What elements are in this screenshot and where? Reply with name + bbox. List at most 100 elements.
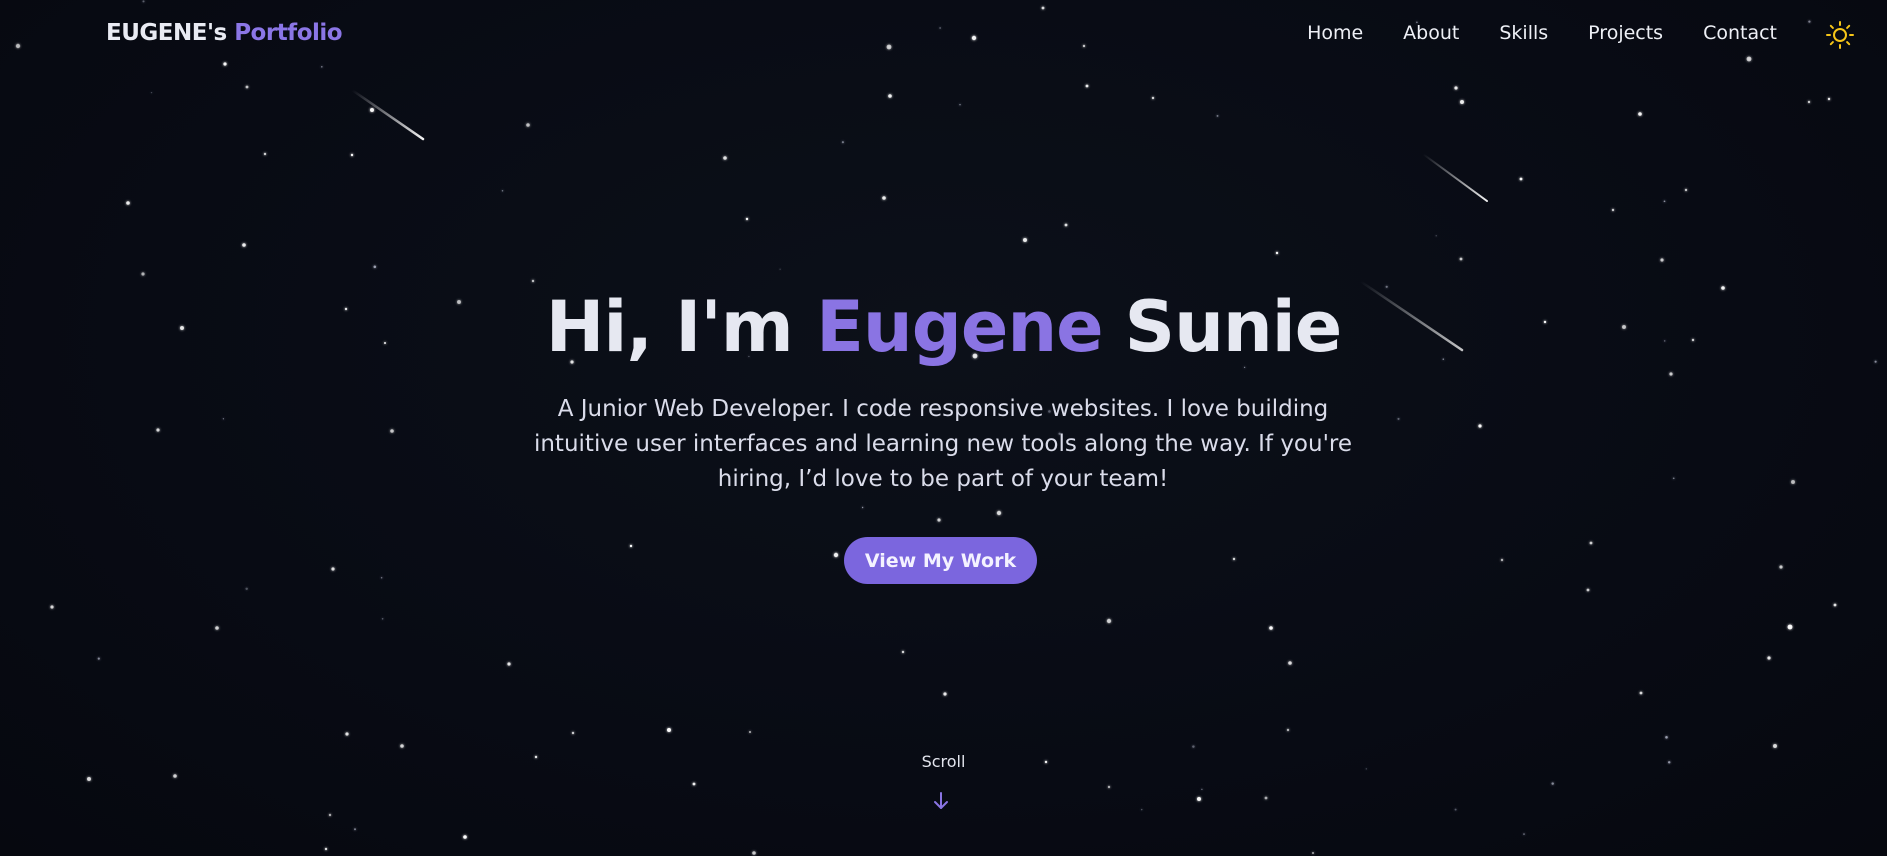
star — [1275, 251, 1279, 255]
star — [629, 544, 633, 548]
star — [50, 605, 54, 609]
star — [667, 728, 671, 732]
nav-home[interactable]: Home — [1307, 22, 1363, 44]
star — [463, 835, 467, 839]
portfolio-page: EUGENE's Portfolio Home About Skills Pro… — [0, 0, 1887, 856]
nav-contact[interactable]: Contact — [1703, 22, 1777, 44]
star — [173, 774, 177, 778]
sun-icon — [1826, 21, 1854, 49]
star — [1684, 188, 1688, 192]
star — [1523, 833, 1525, 835]
star — [1665, 736, 1668, 739]
star — [996, 510, 1002, 516]
brand-accent: Portfolio — [234, 20, 343, 46]
star — [321, 66, 323, 68]
star — [723, 156, 727, 160]
main-nav: Home About Skills Projects Contact — [1307, 22, 1777, 44]
star — [752, 851, 756, 855]
star — [1041, 6, 1045, 10]
star — [1460, 100, 1464, 104]
theme-toggle-button[interactable] — [1825, 20, 1855, 50]
star — [1767, 656, 1771, 660]
star — [345, 732, 349, 736]
star — [1638, 112, 1642, 116]
star — [15, 43, 21, 49]
scroll-label[interactable]: Scroll — [0, 752, 1887, 771]
star — [354, 828, 356, 831]
star — [1151, 96, 1155, 100]
star — [1269, 626, 1273, 630]
hero-description: A Junior Web Developer. I code responsiv… — [533, 396, 1353, 492]
star — [1519, 177, 1523, 181]
star — [1082, 44, 1086, 48]
star — [1589, 541, 1593, 545]
star — [1746, 56, 1752, 62]
star — [1201, 788, 1203, 790]
shooting-star — [1422, 153, 1488, 202]
star — [1397, 417, 1400, 420]
star — [150, 91, 153, 94]
star — [1773, 744, 1777, 748]
star — [1500, 558, 1504, 562]
star — [380, 576, 383, 579]
star — [1064, 223, 1068, 227]
star — [324, 847, 328, 851]
nav-projects[interactable]: Projects — [1588, 22, 1663, 44]
star — [1551, 782, 1554, 785]
star — [692, 782, 696, 786]
star — [1586, 588, 1590, 592]
hero-title: Hi, I'm Eugene Sunie — [0, 282, 1887, 372]
nav-about[interactable]: About — [1403, 22, 1459, 44]
star — [1807, 100, 1811, 104]
star — [1787, 624, 1793, 630]
star — [1454, 86, 1458, 90]
star — [1288, 661, 1292, 665]
star — [1312, 852, 1314, 854]
star — [1197, 797, 1201, 801]
star — [97, 657, 100, 660]
star — [390, 429, 394, 433]
site-logo[interactable]: EUGENE's Portfolio — [106, 20, 343, 46]
star — [1107, 785, 1111, 789]
star — [1808, 20, 1811, 23]
star — [223, 62, 227, 66]
star — [1669, 372, 1673, 376]
star — [126, 201, 130, 205]
star — [350, 153, 354, 157]
arrow-down-icon[interactable] — [929, 789, 953, 813]
star — [779, 268, 781, 270]
star — [1454, 808, 1457, 811]
star — [841, 141, 844, 144]
star — [943, 692, 947, 696]
star — [1264, 796, 1268, 800]
star — [501, 189, 504, 192]
star — [370, 108, 374, 112]
hero-first-name: Eugene — [816, 286, 1104, 368]
view-my-work-button[interactable]: View My Work — [844, 537, 1037, 584]
star — [1140, 808, 1143, 811]
hero-greeting: Hi, I'm — [545, 286, 794, 368]
star — [373, 265, 377, 269]
star — [331, 567, 335, 571]
nav-skills[interactable]: Skills — [1499, 22, 1548, 44]
star — [141, 272, 145, 276]
star — [959, 103, 961, 106]
star — [328, 813, 332, 817]
star — [971, 35, 977, 41]
star — [1672, 477, 1675, 480]
star — [1833, 603, 1837, 607]
star — [242, 243, 246, 247]
star — [1779, 565, 1783, 569]
star — [888, 94, 892, 98]
star — [1435, 235, 1437, 237]
star — [87, 777, 91, 781]
star — [939, 27, 941, 29]
star — [245, 587, 248, 591]
brand-name: EUGENE's — [106, 20, 227, 46]
star — [861, 506, 864, 509]
star — [749, 731, 751, 733]
star — [1639, 691, 1643, 695]
hero-last-name: Sunie — [1124, 286, 1343, 368]
star — [937, 518, 941, 522]
star — [381, 618, 384, 620]
